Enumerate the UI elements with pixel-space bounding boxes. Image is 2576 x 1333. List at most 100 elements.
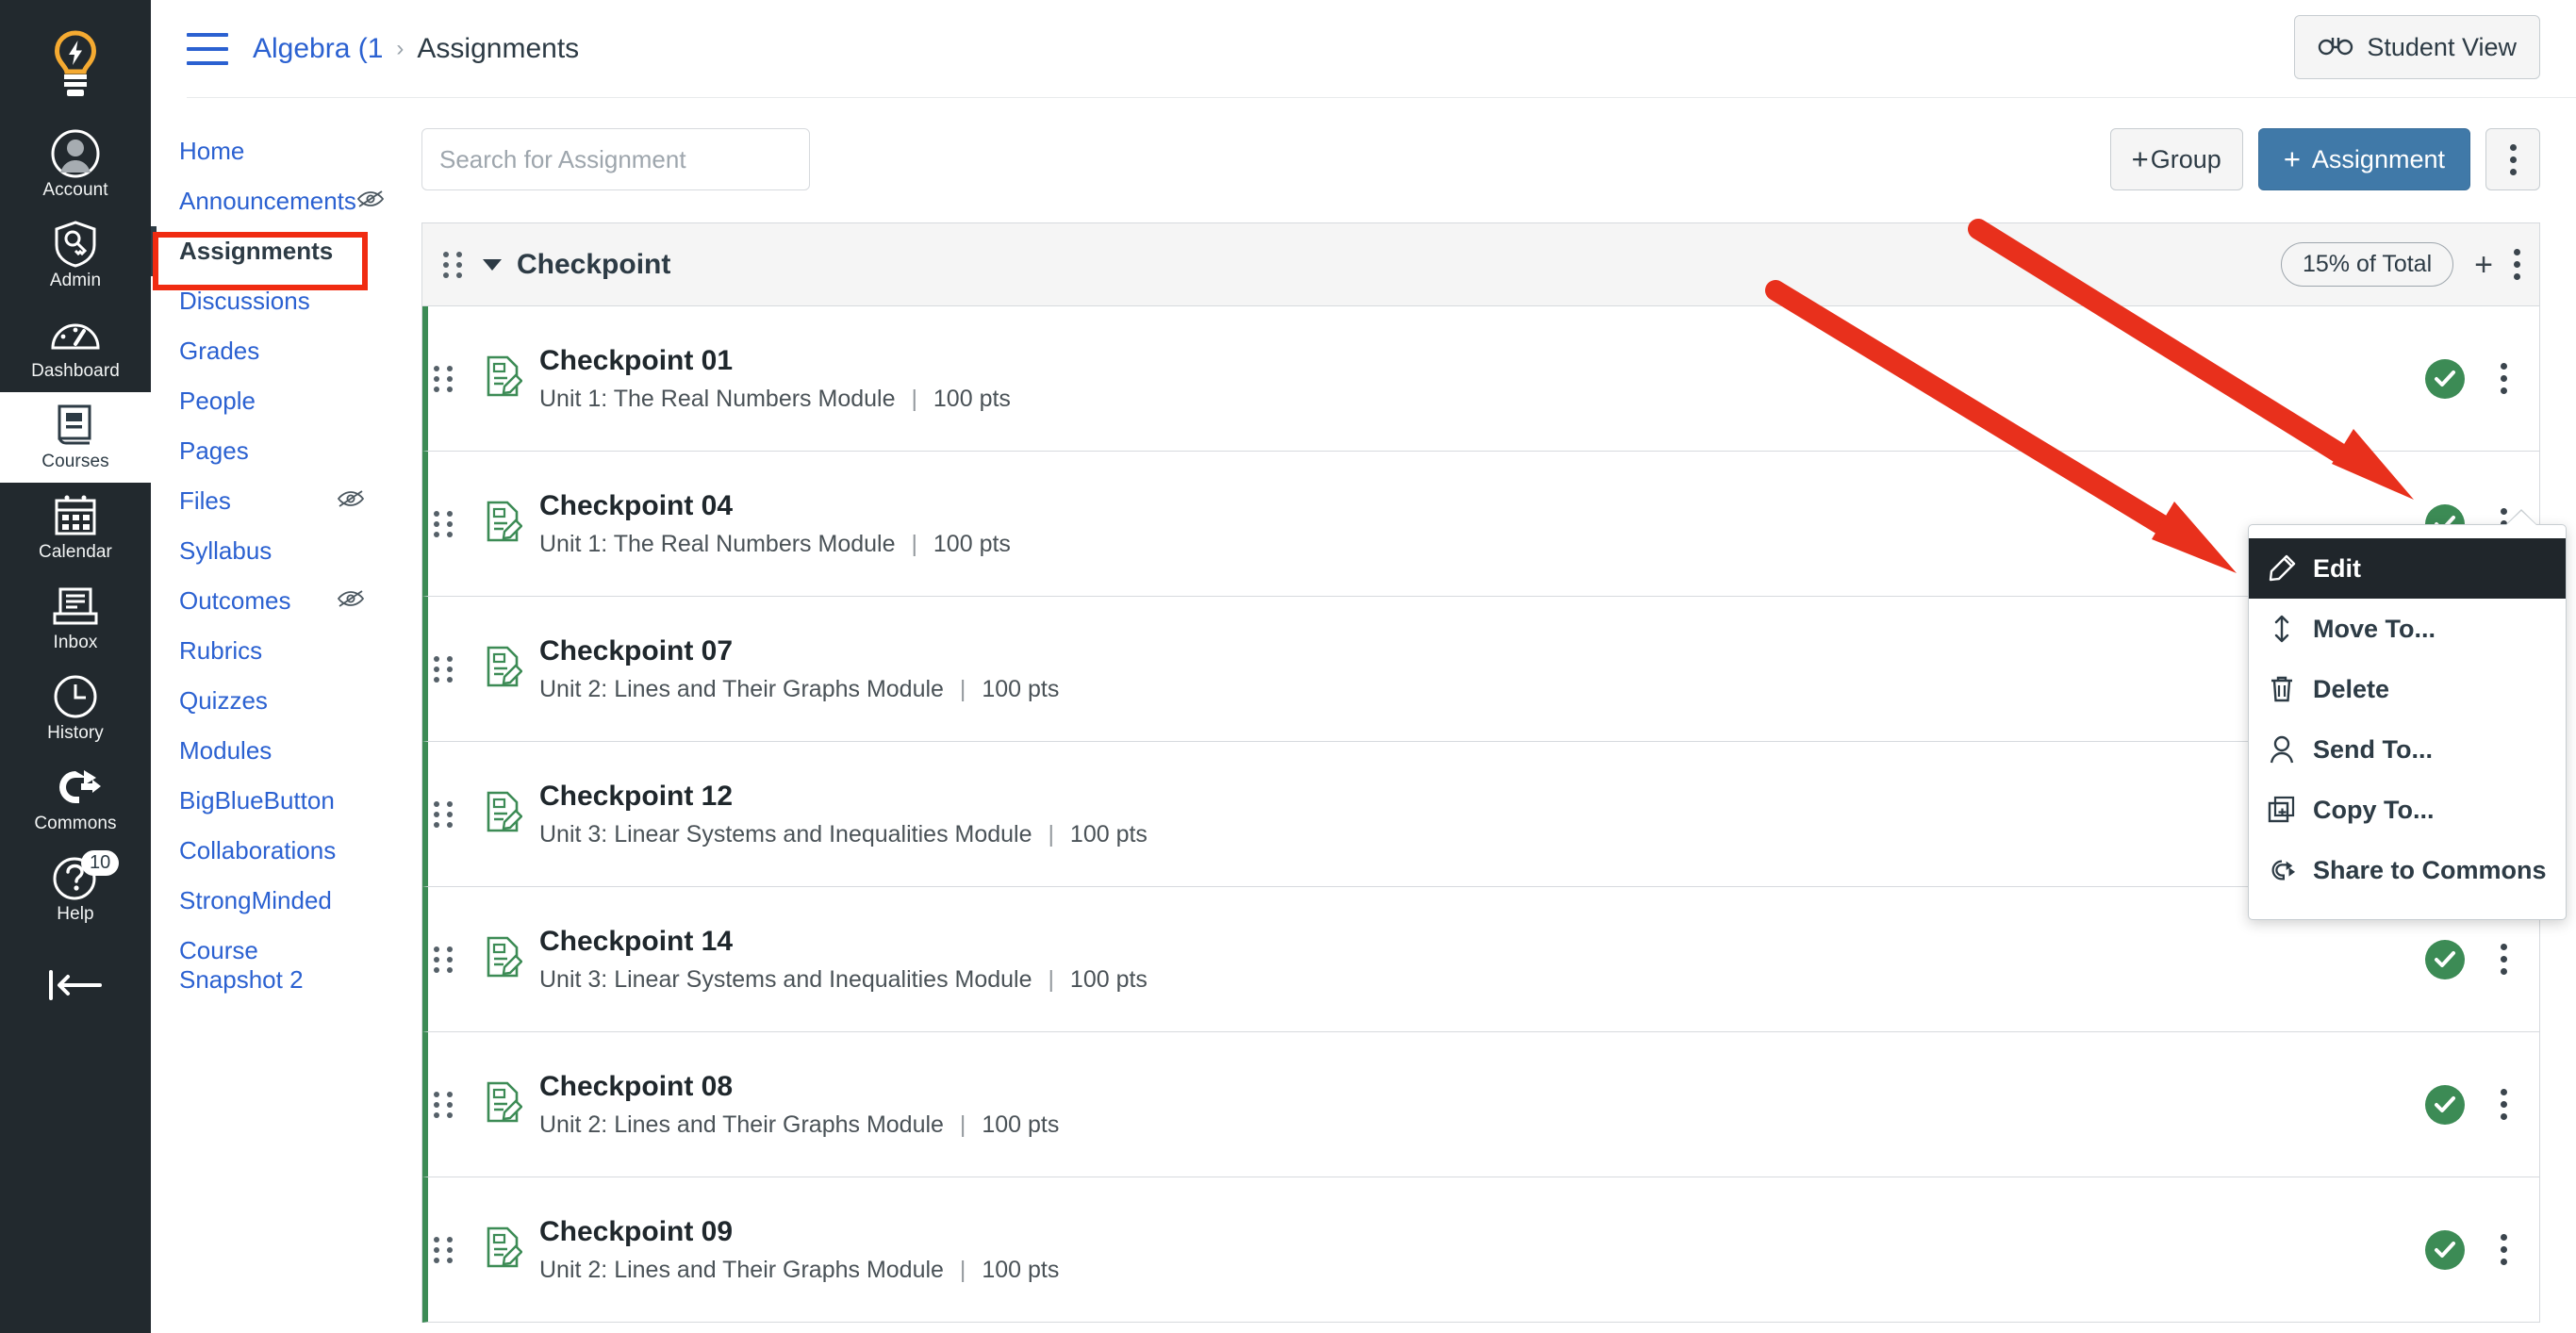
global-nav-item-calendar[interactable]: Calendar [0, 483, 151, 573]
assignment-doc-icon [485, 935, 523, 983]
assignment-options-kebab-icon[interactable] [2489, 357, 2518, 400]
assignment-meta: Unit 2: Lines and Their Graphs Module | … [539, 676, 1059, 703]
breadcrumb-course-link[interactable]: Algebra (1 [253, 33, 383, 65]
menu-item-copy-to[interactable]: Copy To... [2249, 780, 2566, 840]
global-nav-label: Dashboard [31, 361, 120, 381]
course-nav-item-discussions[interactable]: Discussions [151, 276, 401, 326]
table-row[interactable]: Checkpoint 04 Unit 1: The Real Numbers M… [422, 452, 2539, 597]
global-nav-item-dashboard[interactable]: Dashboard [0, 302, 151, 392]
assignment-row-actions [2425, 357, 2518, 400]
course-nav-item-pages[interactable]: Pages [151, 426, 401, 476]
add-to-group-icon[interactable]: + [2474, 249, 2493, 281]
assignment-title-link[interactable]: Checkpoint 07 [539, 635, 1059, 667]
assignment-info: Checkpoint 04 Unit 1: The Real Numbers M… [539, 490, 1011, 558]
assignments-options-button[interactable] [2485, 128, 2540, 190]
menu-item-edit[interactable]: Edit [2249, 538, 2566, 599]
course-nav-label: Rubrics [179, 636, 263, 665]
menu-item-send-to[interactable]: Send To... [2249, 719, 2566, 780]
course-nav-item-rubrics[interactable]: Rubrics [151, 626, 401, 676]
published-check-icon[interactable] [2425, 1084, 2465, 1125]
assignment-info: Checkpoint 12 Unit 3: Linear Systems and… [539, 781, 1148, 848]
course-nav-item-modules[interactable]: Modules [151, 726, 401, 776]
canvas-logo[interactable] [0, 9, 151, 121]
clock-icon [53, 675, 98, 718]
table-row[interactable]: Checkpoint 09 Unit 2: Lines and Their Gr… [422, 1177, 2539, 1323]
published-check-icon[interactable] [2425, 1229, 2465, 1270]
meta-divider: | [959, 1256, 966, 1283]
student-view-button[interactable]: Student View [2294, 15, 2540, 79]
course-nav-item-people[interactable]: People [151, 376, 401, 426]
group-options-kebab-icon[interactable] [2514, 249, 2520, 280]
page-header: Algebra (1 › Assignments Student View [151, 0, 2576, 98]
body-split: Home Announcements Assignments Discussio… [151, 98, 2576, 1333]
global-nav-item-courses[interactable]: Courses [0, 392, 151, 483]
collapse-nav-button[interactable] [0, 952, 151, 1028]
course-nav-item-assignments[interactable]: Assignments [151, 226, 401, 276]
table-row[interactable]: Checkpoint 08 Unit 2: Lines and Their Gr… [422, 1032, 2539, 1177]
meta-divider: | [1048, 965, 1054, 993]
drag-handle-icon[interactable] [434, 946, 460, 973]
course-nav-item-quizzes[interactable]: Quizzes [151, 676, 401, 726]
course-nav-label: Grades [179, 337, 260, 365]
drag-handle-icon[interactable] [434, 365, 460, 392]
course-nav-label: Outcomes [179, 586, 291, 615]
pencil-icon [2268, 554, 2296, 583]
global-nav-item-admin[interactable]: Admin [0, 211, 151, 302]
table-row[interactable]: Checkpoint 12 Unit 3: Linear Systems and… [422, 742, 2539, 887]
assignment-title-link[interactable]: Checkpoint 04 [539, 490, 1011, 522]
assignment-title-link[interactable]: Checkpoint 01 [539, 345, 1011, 377]
table-row[interactable]: Checkpoint 14 Unit 3: Linear Systems and… [422, 887, 2539, 1032]
menu-item-move-to[interactable]: Move To... [2249, 599, 2566, 659]
drag-handle-icon[interactable] [434, 1091, 460, 1118]
global-nav-label: Courses [41, 452, 109, 471]
global-nav-item-inbox[interactable]: Inbox [0, 573, 151, 664]
course-nav-item-announcements[interactable]: Announcements [151, 176, 401, 226]
assignment-context-menu: Edit Move To... Delete Send To... Copy T… [2248, 509, 2567, 920]
table-row[interactable]: Checkpoint 01 Unit 1: The Real Numbers M… [422, 306, 2539, 452]
course-nav-item-home[interactable]: Home [151, 126, 401, 176]
drag-handle-icon[interactable] [443, 251, 470, 278]
add-assignment-button[interactable]: + Assignment [2257, 128, 2470, 190]
published-check-icon[interactable] [2425, 939, 2465, 979]
table-row[interactable]: Checkpoint 07 Unit 2: Lines and Their Gr… [422, 597, 2539, 742]
search-input[interactable] [421, 128, 810, 190]
assignment-options-kebab-icon[interactable] [2489, 938, 2518, 980]
hamburger-menu-icon[interactable] [187, 33, 228, 65]
assignment-title-link[interactable]: Checkpoint 09 [539, 1216, 1059, 1248]
drag-handle-icon[interactable] [434, 510, 460, 537]
student-view-label: Student View [2367, 32, 2517, 61]
assignment-options-kebab-icon[interactable] [2489, 1228, 2518, 1271]
global-nav-label: Account [42, 180, 108, 200]
add-group-label: Group [2150, 144, 2221, 173]
add-group-button[interactable]: + Group [2109, 128, 2243, 190]
assignment-module: Unit 2: Lines and Their Graphs Module [539, 1256, 944, 1283]
assignment-title-link[interactable]: Checkpoint 12 [539, 781, 1148, 813]
global-nav-item-history[interactable]: History [0, 664, 151, 754]
global-nav-item-help[interactable]: 10 Help [0, 845, 151, 935]
caret-down-icon[interactable] [483, 258, 502, 271]
course-nav-label: Discussions [179, 287, 310, 315]
drag-handle-icon[interactable] [434, 655, 460, 683]
global-nav-item-commons[interactable]: Commons [0, 754, 151, 845]
assignment-title-link[interactable]: Checkpoint 08 [539, 1071, 1059, 1103]
menu-item-delete[interactable]: Delete [2249, 659, 2566, 719]
assignment-doc-icon [485, 1080, 523, 1128]
assignment-options-kebab-icon[interactable] [2489, 1083, 2518, 1126]
assignment-doc-icon [485, 1226, 523, 1274]
published-check-icon[interactable] [2425, 358, 2465, 399]
drag-handle-icon[interactable] [434, 1236, 460, 1263]
course-nav-item-syllabus[interactable]: Syllabus [151, 526, 401, 576]
course-nav-item-bigbluebutton[interactable]: BigBlueButton [151, 776, 401, 826]
group-weight-badge: 15% of Total [2281, 242, 2454, 287]
menu-item-share-to-commons[interactable]: Share to Commons [2249, 840, 2566, 900]
global-nav-item-account[interactable]: Account [0, 121, 151, 211]
course-nav-item-files[interactable]: Files [151, 476, 401, 526]
course-nav-item-collaborations[interactable]: Collaborations [151, 826, 401, 876]
course-nav-item-strongminded[interactable]: StrongMinded [151, 876, 401, 926]
drag-handle-icon[interactable] [434, 800, 460, 828]
course-nav-item-grades[interactable]: Grades [151, 326, 401, 376]
assignment-title-link[interactable]: Checkpoint 14 [539, 926, 1148, 958]
inbox-tray-icon [51, 584, 100, 628]
course-nav-item-course-snapshot-2[interactable]: Course Snapshot 2 [151, 926, 401, 1005]
course-nav-item-outcomes[interactable]: Outcomes [151, 576, 401, 626]
